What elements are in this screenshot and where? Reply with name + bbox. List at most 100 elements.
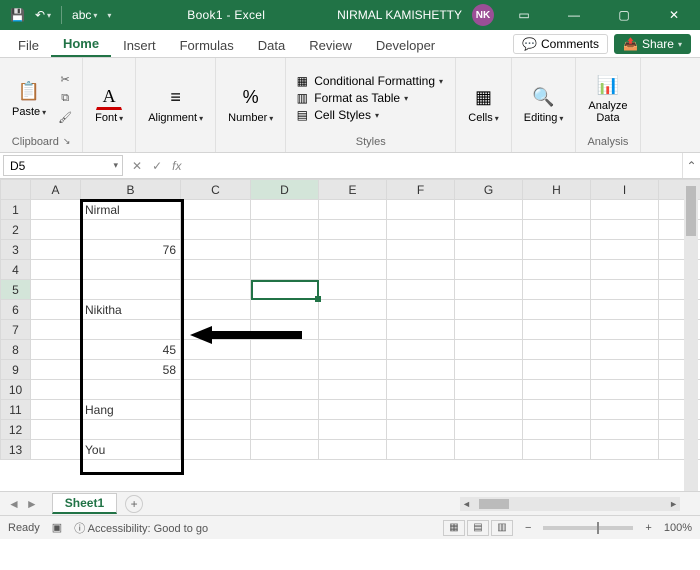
tab-review[interactable]: Review xyxy=(297,34,364,57)
sheet-nav-prev[interactable]: ◄ xyxy=(8,497,20,511)
paste-button[interactable]: 📋 Paste▾ xyxy=(8,76,50,120)
minimize-button[interactable]: — xyxy=(554,0,594,30)
view-normal-button[interactable]: ▦ xyxy=(443,520,465,536)
conditional-formatting-button[interactable]: ▦Conditional Formatting▾ xyxy=(294,74,443,88)
col-header-E[interactable]: E xyxy=(319,180,387,200)
tab-insert[interactable]: Insert xyxy=(111,34,168,57)
add-sheet-button[interactable]: + xyxy=(125,495,143,513)
row-header-1[interactable]: 1 xyxy=(1,200,31,220)
macro-record-icon[interactable]: ▣ xyxy=(52,521,62,534)
editing-button[interactable]: 🔍 Editing▾ xyxy=(520,82,568,126)
avatar[interactable]: NK xyxy=(472,4,494,26)
alignment-button[interactable]: ≡ Alignment▾ xyxy=(144,82,207,126)
share-button[interactable]: 📤Share▾ xyxy=(614,34,691,54)
select-all-corner[interactable] xyxy=(1,180,31,200)
col-header-G[interactable]: G xyxy=(455,180,523,200)
ribbon-display-options[interactable]: ▭ xyxy=(504,0,544,30)
formula-bar[interactable]: ✕ ✓ fx xyxy=(126,153,682,178)
cell-B3[interactable]: 76 xyxy=(81,240,181,260)
vertical-scrollbar[interactable] xyxy=(684,180,698,496)
cell-B8[interactable]: 45 xyxy=(81,340,181,360)
col-header-F[interactable]: F xyxy=(387,180,455,200)
cell-B9[interactable]: 58 xyxy=(81,360,181,380)
font-icon: A xyxy=(96,84,122,110)
col-header-D[interactable]: D xyxy=(251,180,319,200)
dialog-launcher[interactable]: ↘ xyxy=(63,136,71,148)
maximize-button[interactable]: ▢ xyxy=(604,0,644,30)
cell-B11[interactable]: Hang xyxy=(81,400,181,420)
cells-button[interactable]: ▦ Cells▾ xyxy=(464,82,502,126)
group-editing: 🔍 Editing▾ xyxy=(512,58,577,152)
expand-formula-bar[interactable]: ⌃ xyxy=(682,153,700,178)
row-header-8[interactable]: 8 xyxy=(1,340,31,360)
zoom-slider[interactable] xyxy=(543,526,633,530)
sort-button[interactable]: abc▾ xyxy=(72,8,97,22)
format-as-table-button[interactable]: ▥Format as Table▾ xyxy=(294,91,443,105)
zoom-slider-thumb[interactable] xyxy=(597,522,599,534)
worksheet-grid[interactable]: A B C D E F G H I J 1Nirmal 2 376 4 5 6N… xyxy=(0,179,700,491)
row-header-5[interactable]: 5 xyxy=(1,280,31,300)
qat-customize[interactable]: ▾ xyxy=(107,11,111,20)
cut-button[interactable]: ✂ xyxy=(56,71,74,87)
view-page-layout-button[interactable]: ▤ xyxy=(467,520,489,536)
close-button[interactable]: ✕ xyxy=(654,0,694,30)
col-header-B[interactable]: B xyxy=(81,180,181,200)
tab-file[interactable]: File xyxy=(6,34,51,57)
col-header-C[interactable]: C xyxy=(181,180,251,200)
cell-B1[interactable]: Nirmal xyxy=(81,200,181,220)
row-header-10[interactable]: 10 xyxy=(1,380,31,400)
tab-formulas[interactable]: Formulas xyxy=(168,34,246,57)
cell-B6[interactable]: Nikitha xyxy=(81,300,181,320)
fx-icon[interactable]: fx xyxy=(172,159,181,173)
cond-format-label: Conditional Formatting xyxy=(314,74,435,88)
tab-home[interactable]: Home xyxy=(51,32,111,57)
row-header-9[interactable]: 9 xyxy=(1,360,31,380)
save-button[interactable]: 💾 xyxy=(10,8,25,22)
copy-button[interactable]: ⧉ xyxy=(56,90,74,106)
row-header-3[interactable]: 3 xyxy=(1,240,31,260)
tab-data[interactable]: Data xyxy=(246,34,297,57)
name-box-value: D5 xyxy=(10,159,25,173)
scrollbar-thumb[interactable] xyxy=(686,186,696,236)
row-header-13[interactable]: 13 xyxy=(1,440,31,460)
cell-D5[interactable] xyxy=(251,280,319,300)
save-icon: 💾 xyxy=(10,8,25,22)
horizontal-scrollbar[interactable]: ◄ ► xyxy=(460,497,680,511)
row-header-2[interactable]: 2 xyxy=(1,220,31,240)
chevron-down-icon: ▾ xyxy=(107,11,111,20)
analyze-data-button[interactable]: 📊 Analyze Data xyxy=(584,70,631,126)
col-header-I[interactable]: I xyxy=(591,180,659,200)
col-header-A[interactable]: A xyxy=(31,180,81,200)
format-painter-button[interactable]: 🖌 xyxy=(56,109,74,125)
row-header-11[interactable]: 11 xyxy=(1,400,31,420)
font-label: Font xyxy=(95,112,117,124)
row-header-12[interactable]: 12 xyxy=(1,420,31,440)
cell-B13[interactable]: You xyxy=(81,440,181,460)
tab-developer[interactable]: Developer xyxy=(364,34,447,57)
chevron-down-icon[interactable]: ▾ xyxy=(113,160,118,171)
number-button[interactable]: % Number▾ xyxy=(224,82,277,126)
group-alignment: ≡ Alignment▾ xyxy=(136,58,216,152)
chevron-down-icon: ▾ xyxy=(439,77,443,86)
row-header-7[interactable]: 7 xyxy=(1,320,31,340)
chevron-down-icon: ▾ xyxy=(269,114,273,123)
view-page-break-button[interactable]: ▥ xyxy=(491,520,513,536)
cancel-icon[interactable]: ✕ xyxy=(132,159,142,173)
col-header-H[interactable]: H xyxy=(523,180,591,200)
name-box[interactable]: D5 ▾ xyxy=(3,155,123,176)
row-header-4[interactable]: 4 xyxy=(1,260,31,280)
zoom-level[interactable]: 100% xyxy=(664,522,692,534)
zoom-out-button[interactable]: − xyxy=(525,522,531,534)
font-button[interactable]: A Font▾ xyxy=(91,82,127,126)
comments-button[interactable]: 💬Comments xyxy=(513,34,608,54)
enter-icon[interactable]: ✓ xyxy=(152,159,162,173)
comment-icon: 💬 xyxy=(522,37,537,51)
row-header-6[interactable]: 6 xyxy=(1,300,31,320)
accessibility-status[interactable]: ⓘ Accessibility: Good to go xyxy=(74,520,208,536)
sheet-nav-next[interactable]: ► xyxy=(26,497,38,511)
scrollbar-thumb[interactable] xyxy=(479,499,509,509)
sheet-tab-sheet1[interactable]: Sheet1 xyxy=(52,493,117,514)
cell-styles-button[interactable]: ▤Cell Styles▾ xyxy=(294,108,443,122)
zoom-in-button[interactable]: + xyxy=(645,522,651,534)
undo-button[interactable]: ↶▾ xyxy=(35,8,51,22)
